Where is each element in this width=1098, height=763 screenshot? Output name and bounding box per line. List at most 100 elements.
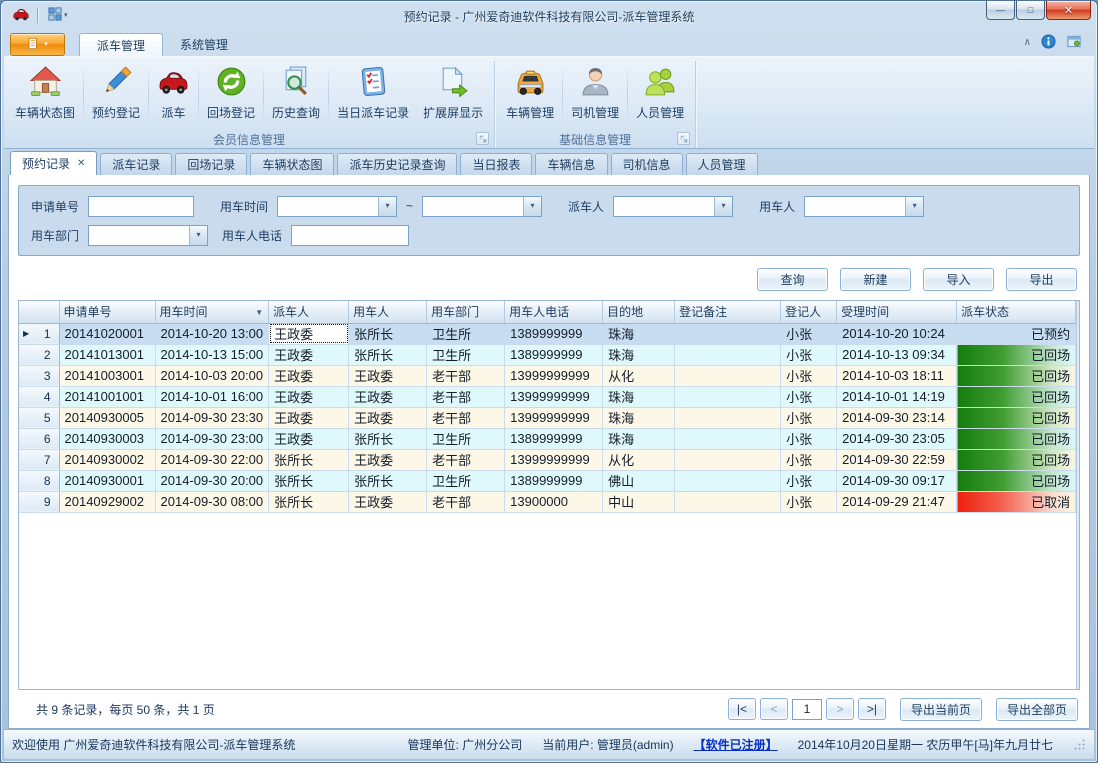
grid-cell[interactable]: 2014-10-13 09:34 — [837, 344, 957, 365]
grid-cell[interactable]: 小张 — [781, 365, 837, 386]
grid-cell[interactable]: 珠海 — [603, 428, 675, 449]
return-register-button[interactable]: 回场登记 — [200, 60, 262, 130]
col-destination[interactable]: 目的地 — [603, 301, 675, 323]
grid-cell[interactable]: 小张 — [781, 491, 837, 512]
row-indicator[interactable]: 9 — [19, 491, 59, 512]
grid-cell[interactable]: 2014-10-03 18:11 — [837, 365, 957, 386]
dispatch-status-cell[interactable]: 已取消 — [957, 491, 1076, 512]
request-no-input[interactable] — [88, 196, 194, 217]
combo-arrow-button[interactable]: ▾ — [523, 197, 541, 216]
grid-cell[interactable]: 王政委 — [349, 407, 427, 428]
ribbon-tab-system-management[interactable]: 系统管理 — [163, 33, 245, 56]
grid-cell[interactable]: 1389999999 — [505, 323, 603, 344]
grid-cell[interactable]: 珠海 — [603, 344, 675, 365]
use-time-to-select[interactable]: ▾ — [422, 196, 542, 217]
prev-page-button[interactable]: < — [760, 698, 788, 720]
driver-manage-button[interactable]: 司机管理 — [564, 60, 626, 130]
grid-cell[interactable]: 2014-09-29 21:47 — [837, 491, 957, 512]
col-accept-time[interactable]: 受理时间 — [837, 301, 957, 323]
grid-cell[interactable]: 2014-10-20 13:00 — [155, 323, 269, 344]
grid-cell[interactable]: 珠海 — [603, 323, 675, 344]
grid-cell[interactable]: 2014-09-30 08:00 — [155, 491, 269, 512]
export-button[interactable]: 导出 — [1006, 268, 1077, 291]
table-row[interactable]: 9201409290022014-09-30 08:00张所长王政委老干部139… — [19, 491, 1076, 512]
vehicle-status-chart-button[interactable]: 车辆状态图 — [8, 60, 82, 130]
grid-cell[interactable]: 小张 — [781, 407, 837, 428]
tab-dispatch-history-query[interactable]: 派车历史记录查询 — [337, 153, 457, 175]
grid-cell[interactable]: 13999999999 — [505, 386, 603, 407]
tab-vehicle-status-chart[interactable]: 车辆状态图 — [250, 153, 334, 175]
grid-cell[interactable]: 2014-09-30 23:14 — [837, 407, 957, 428]
grid-cell[interactable]: 从化 — [603, 449, 675, 470]
vertical-scrollbar[interactable] — [1076, 301, 1079, 689]
resize-grip[interactable] — [1073, 738, 1086, 751]
grid-cell[interactable]: 2014-10-01 14:19 — [837, 386, 957, 407]
grid-cell[interactable]: 20140930003 — [59, 428, 155, 449]
dispatch-status-cell[interactable]: 已回场 — [957, 386, 1076, 407]
col-dispatch-status[interactable]: 派车状态 — [957, 301, 1076, 323]
dispatcher-select[interactable]: ▾ — [613, 196, 733, 217]
personnel-manage-button[interactable]: 人员管理 — [629, 60, 691, 130]
grid-cell[interactable]: 卫生所 — [427, 323, 505, 344]
dispatch-status-cell[interactable]: 已回场 — [957, 449, 1076, 470]
dialog-launcher-icon[interactable] — [677, 132, 690, 145]
grid-cell[interactable]: 20140930002 — [59, 449, 155, 470]
grid-cell[interactable]: 13999999999 — [505, 449, 603, 470]
grid-cell[interactable]: 从化 — [603, 365, 675, 386]
grid-cell[interactable]: 1389999999 — [505, 344, 603, 365]
table-row[interactable]: 3201410030012014-10-03 20:00王政委王政委老干部139… — [19, 365, 1076, 386]
reservation-register-button[interactable]: 预约登记 — [85, 60, 147, 130]
row-indicator[interactable]: 6 — [19, 428, 59, 449]
col-user[interactable]: 用车人 — [349, 301, 427, 323]
grid-cell[interactable]: 13900000 — [505, 491, 603, 512]
col-user-phone[interactable]: 用车人电话 — [505, 301, 603, 323]
tab-dispatch-records[interactable]: 派车记录 — [100, 153, 172, 175]
grid-cell[interactable]: 2014-09-30 23:30 — [155, 407, 269, 428]
user-select[interactable]: ▾ — [804, 196, 924, 217]
table-row[interactable]: 5201409300052014-09-30 23:30王政委王政委老干部139… — [19, 407, 1076, 428]
grid-cell[interactable]: 2014-10-03 20:00 — [155, 365, 269, 386]
import-button[interactable]: 导入 — [923, 268, 994, 291]
last-page-button[interactable]: >| — [858, 698, 886, 720]
row-indicator[interactable]: 2 — [19, 344, 59, 365]
grid-cell[interactable]: 1389999999 — [505, 470, 603, 491]
grid-cell[interactable]: 张所长 — [349, 470, 427, 491]
grid-cell[interactable]: 2014-10-13 15:00 — [155, 344, 269, 365]
grid-cell[interactable]: 老干部 — [427, 449, 505, 470]
grid-cell[interactable]: 小张 — [781, 449, 837, 470]
export-all-pages-button[interactable]: 导出全部页 — [996, 698, 1078, 721]
grid-cell[interactable]: 王政委 — [349, 386, 427, 407]
grid-cell[interactable]: 小张 — [781, 344, 837, 365]
grid-cell[interactable]: 20141020001 — [59, 323, 155, 344]
vehicle-manage-button[interactable]: 车辆管理 — [499, 60, 561, 130]
grid-cell[interactable]: 王政委 — [349, 365, 427, 386]
grid-cell[interactable] — [675, 323, 781, 344]
combo-arrow-button[interactable]: ▾ — [189, 226, 207, 245]
grid-cell[interactable]: 张所长 — [269, 449, 349, 470]
sort-desc-icon[interactable]: ▼ — [255, 308, 263, 317]
col-dispatcher[interactable]: 派车人 — [269, 301, 349, 323]
dispatch-status-cell[interactable]: 已预约 — [957, 323, 1076, 344]
first-page-button[interactable]: |< — [728, 698, 756, 720]
col-register-note[interactable]: 登记备注 — [675, 301, 781, 323]
grid-cell[interactable]: 卫生所 — [427, 470, 505, 491]
grid-cell[interactable]: 20140929002 — [59, 491, 155, 512]
grid-cell[interactable]: 小张 — [781, 323, 837, 344]
grid-cell[interactable]: 佛山 — [603, 470, 675, 491]
grid-cell[interactable]: 2014-09-30 23:05 — [837, 428, 957, 449]
grid-cell[interactable]: 老干部 — [427, 491, 505, 512]
grid-cell[interactable]: 珠海 — [603, 407, 675, 428]
grid-cell[interactable]: 小张 — [781, 386, 837, 407]
grid-cell[interactable] — [675, 407, 781, 428]
grid-cell[interactable]: 小张 — [781, 470, 837, 491]
next-page-button[interactable]: > — [826, 698, 854, 720]
grid-cell[interactable]: 中山 — [603, 491, 675, 512]
grid-cell[interactable]: 20140930001 — [59, 470, 155, 491]
grid-cell[interactable]: 张所长 — [269, 491, 349, 512]
grid-cell[interactable]: 王政委 — [269, 428, 349, 449]
user-phone-input[interactable] — [291, 225, 409, 246]
grid-cell[interactable]: 老干部 — [427, 386, 505, 407]
minimize-button[interactable]: — — [986, 1, 1015, 20]
close-button[interactable]: ✕ — [1046, 1, 1091, 20]
combo-arrow-button[interactable]: ▾ — [378, 197, 396, 216]
